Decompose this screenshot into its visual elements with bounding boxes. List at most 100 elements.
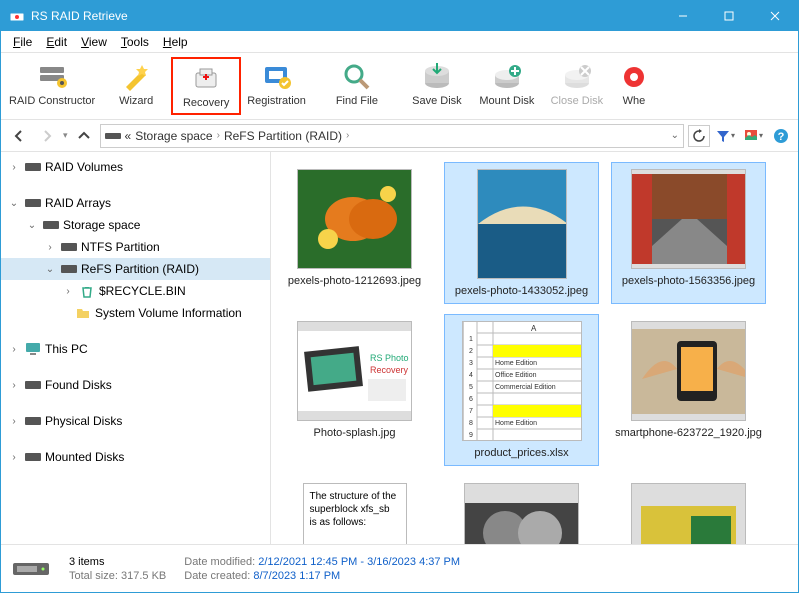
file-thumb[interactable]: pexels-photo-1212693.jpeg xyxy=(277,162,432,304)
file-thumb[interactable] xyxy=(611,476,766,544)
tool-label: Mount Disk xyxy=(479,95,534,107)
find-file-button[interactable]: Find File xyxy=(312,57,402,115)
tree-ntfs[interactable]: ›NTFS Partition xyxy=(1,236,270,258)
menu-tools[interactable]: Tools xyxy=(115,33,155,51)
close-disk-button[interactable]: Close Disk xyxy=(542,57,612,115)
file-thumb[interactable]: pexels-photo-1563356.jpeg xyxy=(611,162,766,304)
tree-view[interactable]: ›RAID Volumes ⌄RAID Arrays ⌄Storage spac… xyxy=(1,152,271,544)
history-dropdown[interactable]: ▾ xyxy=(63,130,68,141)
tree-recycle[interactable]: ›$RECYCLE.BIN xyxy=(1,280,270,302)
status-bar: 3 items Total size: 317.5 KB Date modifi… xyxy=(1,544,798,592)
svg-text:2: 2 xyxy=(469,348,473,355)
thumbnail-image xyxy=(631,483,746,544)
svg-text:1: 1 xyxy=(469,336,473,343)
tree-storage-space[interactable]: ⌄Storage space xyxy=(1,214,270,236)
thumbnail-image xyxy=(477,169,567,279)
file-name: pexels-photo-1433052.jpeg xyxy=(455,285,588,297)
mount-disk-icon xyxy=(491,61,523,93)
wizard-button[interactable]: Wizard xyxy=(101,57,171,115)
file-thumb[interactable]: smartphone-623722_1920.jpg xyxy=(611,314,766,466)
status-total-val: 317.5 KB xyxy=(121,570,166,582)
svg-text:Recovery: Recovery xyxy=(370,365,409,375)
svg-text:Commercial Edition: Commercial Edition xyxy=(495,384,556,391)
back-button[interactable] xyxy=(7,124,31,148)
wizard-icon xyxy=(120,61,152,93)
svg-text:Office Edition: Office Edition xyxy=(495,372,537,379)
tree-sysvol[interactable]: System Volume Information xyxy=(1,302,270,324)
tree-label: $RECYCLE.BIN xyxy=(99,284,186,298)
tree-label: Mounted Disks xyxy=(45,450,124,464)
breadcrumb-dropdown[interactable]: ⌄ xyxy=(671,130,679,141)
thumbnail-image: A123456789Home EditionOffice EditionComm… xyxy=(462,321,582,441)
breadcrumb-seg[interactable]: ReFS Partition (RAID) xyxy=(224,129,342,143)
tree-mounted-disks[interactable]: ›Mounted Disks xyxy=(1,446,270,468)
maximize-button[interactable] xyxy=(706,1,752,31)
navbar: ▾ « Storage space › ReFS Partition (RAID… xyxy=(1,120,798,152)
up-button[interactable] xyxy=(72,124,96,148)
menu-help[interactable]: Help xyxy=(157,33,194,51)
thumbnail-image xyxy=(631,169,746,269)
file-thumb[interactable]: pexels-photo-1433052.jpeg xyxy=(444,162,599,304)
tool-label: Find File xyxy=(336,95,378,107)
menu-file[interactable]: File xyxy=(7,33,38,51)
raid-icon xyxy=(36,61,68,93)
svg-text:4: 4 xyxy=(469,372,473,379)
drive-icon xyxy=(25,413,41,429)
mount-disk-button[interactable]: Mount Disk xyxy=(472,57,542,115)
tree-label: System Volume Information xyxy=(95,306,242,320)
svg-text:6: 6 xyxy=(469,396,473,403)
tree-raid-volumes[interactable]: ›RAID Volumes xyxy=(1,156,270,178)
help-button[interactable]: ? xyxy=(770,125,792,147)
tree-label: RAID Arrays xyxy=(45,196,111,210)
forward-button[interactable] xyxy=(35,124,59,148)
tree-label: ReFS Partition (RAID) xyxy=(81,262,199,276)
menu-edit[interactable]: Edit xyxy=(40,33,73,51)
breadcrumb-seg[interactable]: Storage space xyxy=(135,129,212,143)
chevron-right-icon: › xyxy=(346,130,349,141)
file-thumb[interactable]: The structure of the superblock xfs_sb i… xyxy=(277,476,432,544)
drive-icon xyxy=(25,159,41,175)
chevron-right-icon: › xyxy=(217,130,220,141)
drive-icon xyxy=(11,557,51,581)
tree-label: Physical Disks xyxy=(45,414,122,428)
window-controls xyxy=(660,1,798,31)
file-grid[interactable]: pexels-photo-1212693.jpeg pexels-photo-14… xyxy=(271,152,798,544)
svg-text:A: A xyxy=(531,324,537,333)
breadcrumb[interactable]: « Storage space › ReFS Partition (RAID) … xyxy=(100,124,684,148)
file-thumb[interactable]: A123456789Home EditionOffice EditionComm… xyxy=(444,314,599,466)
svg-text:Home Edition: Home Edition xyxy=(495,360,537,367)
registration-button[interactable]: Registration xyxy=(241,57,312,115)
status-created-val: 8/7/2023 1:17 PM xyxy=(253,570,340,582)
breadcrumb-prefix: « xyxy=(125,129,132,143)
tree-found-disks[interactable]: ›Found Disks xyxy=(1,374,270,396)
drive-icon xyxy=(25,377,41,393)
filter-button[interactable]: ▾ xyxy=(714,125,736,147)
view-mode-button[interactable]: ▾ xyxy=(742,125,764,147)
close-button[interactable] xyxy=(752,1,798,31)
tree-label: RAID Volumes xyxy=(45,160,123,174)
file-thumb[interactable]: RS PhotoRecoveryPhoto-splash.jpg xyxy=(277,314,432,466)
status-mod-label: Date modified: xyxy=(184,556,255,568)
minimize-button[interactable] xyxy=(660,1,706,31)
main: ›RAID Volumes ⌄RAID Arrays ⌄Storage spac… xyxy=(1,152,798,544)
tool-label: Save Disk xyxy=(412,95,462,107)
raid-constructor-button[interactable]: RAID Constructor xyxy=(3,57,101,115)
file-thumb[interactable] xyxy=(444,476,599,544)
tree-raid-arrays[interactable]: ⌄RAID Arrays xyxy=(1,192,270,214)
recovery-button[interactable]: Recovery xyxy=(171,57,241,115)
recycle-icon xyxy=(79,283,95,299)
tool-label: Close Disk xyxy=(551,95,604,107)
save-disk-button[interactable]: Save Disk xyxy=(402,57,472,115)
refresh-button[interactable] xyxy=(688,125,710,147)
tree-label: Storage space xyxy=(63,218,140,232)
tree-this-pc[interactable]: ›This PC xyxy=(1,338,270,360)
thumbnail-image: The structure of the superblock xfs_sb i… xyxy=(297,483,412,544)
save-disk-icon xyxy=(421,61,453,93)
folder-icon xyxy=(75,305,91,321)
tree-physical-disks[interactable]: ›Physical Disks xyxy=(1,410,270,432)
wheel-button[interactable]: Whe xyxy=(612,57,656,115)
window-title: RS RAID Retrieve xyxy=(31,9,660,23)
file-name: smartphone-623722_1920.jpg xyxy=(615,427,762,439)
tree-refs[interactable]: ⌄ReFS Partition (RAID) xyxy=(1,258,270,280)
menu-view[interactable]: View xyxy=(75,33,113,51)
